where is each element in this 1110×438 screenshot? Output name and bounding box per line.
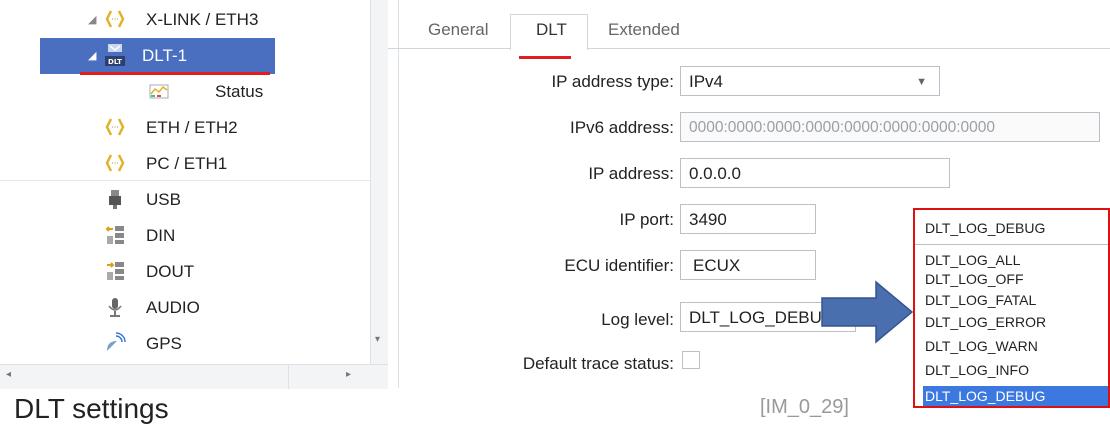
tree-item-xlink[interactable]: ◢ ··· X-LINK / ETH3	[0, 2, 370, 38]
tree-item-gps[interactable]: GPS	[0, 326, 370, 362]
tree-item-label: PC / ETH1	[146, 154, 228, 173]
ecu-identifier-field[interactable]: ECUX	[680, 250, 816, 280]
ip-address-label: IP address:	[588, 164, 674, 183]
arrow-icon	[821, 280, 914, 344]
ipv6-field[interactable]: 0000:0000:0000:0000:0000:0000:0000:0000	[680, 112, 1100, 142]
tree-item-label: DIN	[146, 226, 176, 245]
ip-type-value: IPv4	[689, 72, 724, 91]
ip-port-field[interactable]: 3490	[680, 204, 816, 234]
tab-general[interactable]: General	[428, 20, 488, 50]
ip-address-field[interactable]: 0.0.0.0	[680, 158, 950, 188]
ecu-identifier-label: ECU identifier:	[564, 256, 674, 275]
tree-item-label: X-LINK / ETH3	[146, 10, 259, 29]
ip-type-label: IP address type:	[551, 72, 674, 91]
tree-item-usb[interactable]: USB	[0, 182, 370, 218]
gps-satellite-icon	[107, 332, 126, 351]
dropdown-current-value: DLT_LOG_DEBUG	[925, 220, 1046, 236]
status-chart-icon	[149, 84, 169, 99]
svg-text:···: ···	[111, 123, 119, 132]
tree-item-status[interactable]: Status	[0, 74, 370, 110]
option-log-off[interactable]: DLT_LOG_OFF	[925, 271, 1024, 287]
network-bracket-icon: ···	[105, 118, 125, 136]
tab-underline	[388, 48, 1110, 49]
trace-status-label: Default trace status:	[522, 354, 674, 373]
dlt-icon: DLT	[105, 44, 125, 66]
device-tree: ◢ ··· X-LINK / ETH3 ◢ DLT DLT-1 Status ·…	[0, 0, 389, 388]
tab-extended[interactable]: Extended	[608, 20, 680, 50]
usb-plug-icon	[109, 190, 121, 209]
vertical-scrollbar[interactable]: ▾	[370, 0, 389, 364]
microphone-icon	[108, 298, 122, 317]
option-label: DLT_LOG_DEBUG	[925, 388, 1046, 404]
tree-item-dlt-1[interactable]: ◢ DLT DLT-1	[40, 38, 275, 74]
option-log-warn[interactable]: DLT_LOG_WARN	[925, 338, 1038, 354]
option-log-debug[interactable]: DLT_LOG_DEBUG	[923, 386, 1108, 406]
option-log-error[interactable]: DLT_LOG_ERROR	[925, 314, 1046, 330]
scroll-right-icon[interactable]: ▸	[346, 369, 351, 380]
digital-in-icon	[105, 226, 124, 244]
digital-out-icon	[107, 262, 124, 280]
collapse-arrow-icon[interactable]: ◢	[88, 49, 96, 62]
tree-item-label: Status	[215, 82, 264, 101]
divider	[398, 0, 399, 388]
collapse-arrow-icon[interactable]: ◢	[88, 13, 96, 26]
log-level-dropdown: DLT_LOG_DEBUG DLT_LOG_ALL DLT_LOG_OFF DL…	[913, 208, 1110, 408]
divider	[288, 365, 289, 389]
tree-item-label: GPS	[146, 334, 182, 353]
tree-item-eth2[interactable]: ··· ETH / ETH2	[0, 110, 370, 146]
option-log-fatal[interactable]: DLT_LOG_FATAL	[925, 292, 1036, 308]
tree-item-label: DOUT	[146, 262, 195, 281]
option-log-info[interactable]: DLT_LOG_INFO	[925, 362, 1029, 378]
figure-reference: [IM_0_29]	[760, 396, 849, 418]
dlt-badge: DLT	[108, 58, 122, 66]
trace-status-checkbox[interactable]	[682, 351, 700, 369]
red-underline	[519, 56, 571, 59]
option-log-all[interactable]: DLT_LOG_ALL	[925, 252, 1020, 268]
tree-item-dout[interactable]: DOUT	[0, 254, 370, 290]
dropdown-current[interactable]: DLT_LOG_DEBUG	[915, 210, 1108, 245]
network-bracket-icon: ···	[105, 154, 125, 172]
log-level-label: Log level:	[601, 310, 674, 329]
ipv6-label: IPv6 address:	[570, 118, 674, 137]
scroll-down-icon[interactable]: ▾	[375, 334, 380, 345]
tab-dlt[interactable]: DLT	[536, 20, 567, 50]
chevron-down-icon: ▼	[916, 76, 927, 88]
tree-item-label: DLT-1	[142, 46, 188, 65]
scroll-left-icon[interactable]: ◂	[6, 369, 11, 380]
tree-item-din[interactable]: DIN	[0, 218, 370, 254]
tree-item-label: USB	[146, 190, 181, 209]
dropdown-list: DLT_LOG_ALL DLT_LOG_OFF DLT_LOG_FATAL DL…	[915, 244, 1108, 406]
network-bracket-icon: ···	[105, 10, 125, 28]
tree-item-label: ETH / ETH2	[146, 118, 238, 137]
figure-caption: DLT settings	[14, 393, 169, 424]
ip-port-label: IP port:	[619, 210, 675, 229]
svg-text:···: ···	[111, 15, 119, 24]
svg-text:···: ···	[111, 159, 119, 168]
divider	[0, 180, 370, 181]
tree-item-eth1[interactable]: ··· PC / ETH1	[0, 146, 370, 182]
horizontal-scrollbar[interactable]: ◂ ▸	[0, 364, 388, 389]
tree-item-audio[interactable]: AUDIO	[0, 290, 370, 326]
tree-item-label: AUDIO	[146, 298, 200, 317]
ip-type-select[interactable]: IPv4 ▼	[680, 66, 940, 96]
